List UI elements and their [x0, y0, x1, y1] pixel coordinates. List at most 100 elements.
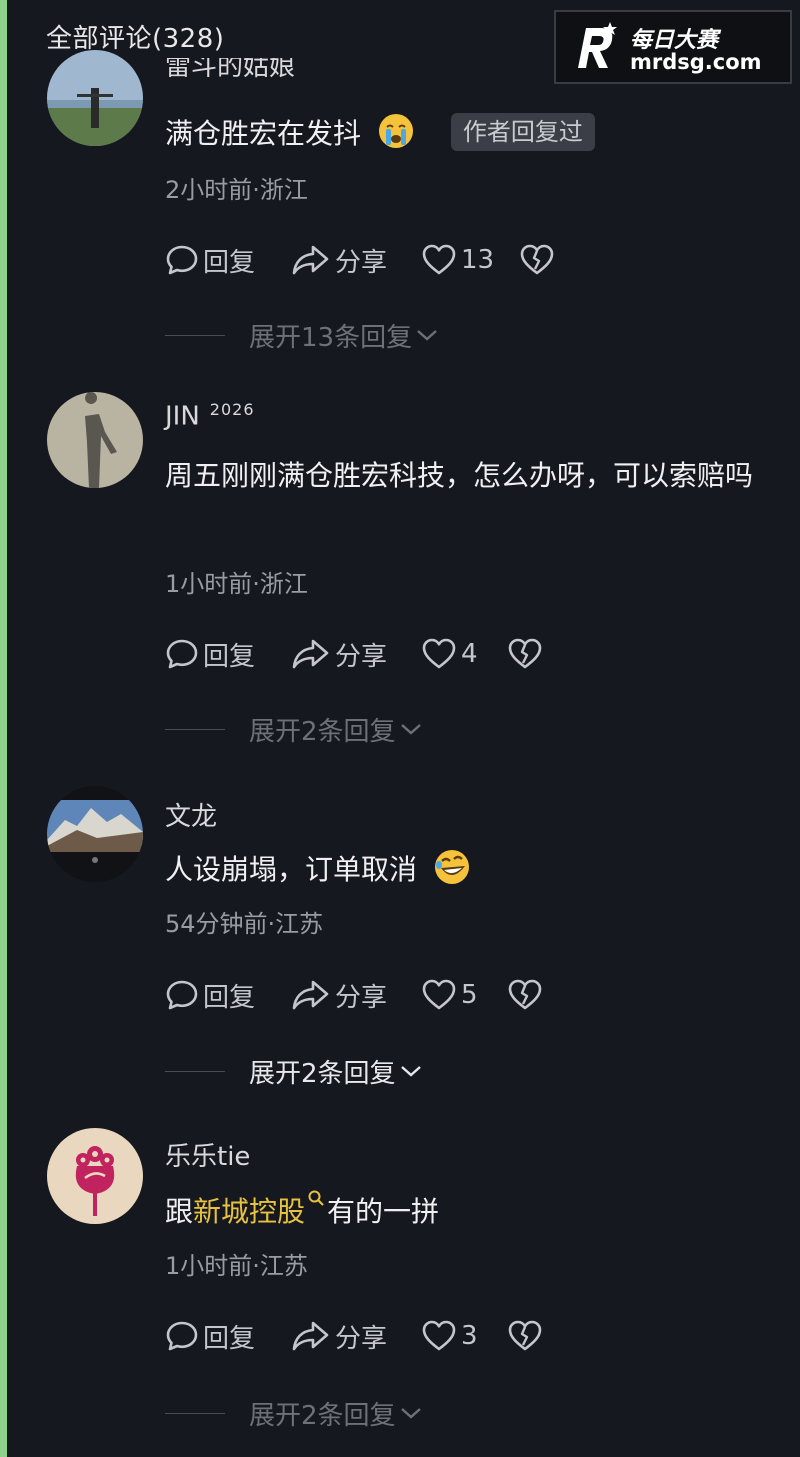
reply-button[interactable]: 回复: [165, 240, 255, 280]
comment-content: 人设崩塌，订单取消: [165, 844, 765, 896]
like-count: 5: [461, 980, 478, 1010]
share-button[interactable]: 分享: [291, 975, 387, 1015]
username-text: 雷斗的姑娘: [165, 58, 296, 82]
expand-divider: [165, 1412, 225, 1414]
username[interactable]: 雷斗的姑娘: [165, 58, 295, 84]
broken-heart-icon: [520, 244, 554, 275]
crying-face-emoji: [378, 114, 413, 148]
dislike-button[interactable]: [507, 1316, 547, 1356]
expand-replies-button[interactable]: 展开2条回复: [165, 712, 565, 747]
comment-text: 周五刚刚满仓胜宏科技，怎么办呀，可以索赔吗: [165, 459, 754, 492]
heart-icon: [422, 244, 456, 275]
comment-meta: 54分钟前·江苏: [165, 910, 324, 938]
comment-meta: 2小时前·浙江: [165, 176, 308, 204]
chevron-down-icon: [400, 1066, 421, 1077]
expand-replies-button[interactable]: 展开13条回复: [165, 318, 565, 353]
expand-replies-text: 展开2条回复: [249, 1400, 396, 1431]
expand-replies-button[interactable]: 展开2条回复: [165, 1054, 565, 1089]
reply-button[interactable]: 回复: [165, 634, 255, 674]
chevron-down-icon: [417, 330, 437, 341]
avatar-photo-lake: [47, 50, 143, 146]
comment-actions: 回复 分享 13: [165, 240, 765, 280]
reply-label: 回复: [203, 1323, 256, 1354]
chevron-down-icon: [400, 724, 421, 735]
broken-heart-icon: [508, 1320, 542, 1351]
reply-button[interactable]: 回复: [165, 1316, 255, 1356]
comment-meta: 1小时前·江苏: [165, 1252, 308, 1280]
username-badge-number: 2026: [209, 400, 255, 419]
expand-divider: [165, 728, 225, 730]
comment-actions: 回复 分享 5: [165, 975, 765, 1015]
like-count: 3: [461, 1321, 478, 1351]
comment-meta: 1小时前·浙江: [165, 570, 308, 598]
heart-icon: [422, 1320, 456, 1351]
reply-label: 回复: [203, 641, 256, 672]
like-count: 13: [461, 245, 495, 275]
left-edge-strip: [0, 0, 7, 1457]
avatar-photo-shadow: [47, 392, 143, 488]
username[interactable]: 文龙: [165, 796, 217, 833]
comment-text-prefix: 跟: [165, 1195, 194, 1228]
comment-text: 人设崩塌，订单取消: [165, 853, 418, 886]
like-count: 4: [461, 639, 478, 669]
watermark-url-text: mrdsg.com: [630, 50, 762, 74]
username-text: JIN: [165, 401, 200, 432]
comment-text: 满仓胜宏在发抖: [165, 117, 362, 150]
search-icon[interactable]: [307, 1189, 325, 1207]
comment-actions: 回复 分享 4: [165, 634, 765, 674]
rolling-laughing-emoji: [434, 850, 469, 884]
expand-replies-text: 展开13条回复: [249, 322, 413, 353]
broken-heart-icon: [508, 979, 542, 1010]
comment-text-suffix: 有的一拼: [327, 1195, 440, 1228]
heart-icon: [422, 979, 456, 1010]
dislike-button[interactable]: [507, 634, 547, 674]
share-button[interactable]: 分享: [291, 240, 387, 280]
expand-replies-text: 展开2条回复: [249, 716, 396, 747]
share-label: 分享: [335, 1323, 388, 1354]
share-arrow-icon: [292, 1321, 329, 1351]
reply-label: 回复: [203, 982, 256, 1013]
comment-bubble-icon: [166, 245, 198, 275]
comment-content: 跟新城控股 有的一拼: [165, 1186, 765, 1238]
like-button[interactable]: 3: [421, 1316, 478, 1356]
comment-bubble-icon: [166, 980, 198, 1010]
avatar[interactable]: [47, 1128, 143, 1224]
share-label: 分享: [335, 982, 388, 1013]
author-replied-badge: 作者回复过: [450, 113, 595, 151]
share-button[interactable]: 分享: [291, 1316, 387, 1356]
avatar-photo-mountain: [47, 786, 143, 882]
comments-header-title: 全部评论(328): [46, 24, 225, 54]
search-keyword-link[interactable]: 新城控股: [193, 1195, 305, 1228]
avatar[interactable]: [47, 50, 143, 146]
share-arrow-icon: [292, 245, 329, 275]
share-arrow-icon: [292, 639, 329, 669]
heart-icon: [422, 638, 456, 669]
watermark-logo: 每日大赛 mrdsg.com: [554, 10, 792, 84]
expand-divider: [165, 1070, 225, 1072]
comment-actions: 回复 分享 3: [165, 1316, 765, 1356]
share-button[interactable]: 分享: [291, 634, 387, 674]
username[interactable]: 乐乐tie: [165, 1136, 250, 1173]
comment-bubble-icon: [166, 639, 198, 669]
like-button[interactable]: 5: [421, 975, 478, 1015]
avatar[interactable]: [47, 392, 143, 488]
expand-replies-text: 展开2条回复: [249, 1058, 396, 1089]
r-logo-icon: [578, 22, 617, 68]
share-label: 分享: [335, 641, 388, 672]
username[interactable]: JIN 2026: [165, 400, 255, 432]
expand-divider: [165, 334, 225, 336]
comment-content: 周五刚刚满仓胜宏科技，怎么办呀，可以索赔吗: [165, 450, 765, 502]
dislike-button[interactable]: [507, 975, 547, 1015]
like-button[interactable]: 13: [421, 240, 494, 280]
reply-button[interactable]: 回复: [165, 975, 255, 1015]
comment-content: 满仓胜宏在发抖 作者回复过: [165, 108, 765, 160]
broken-heart-icon: [508, 638, 542, 669]
avatar[interactable]: [47, 786, 143, 882]
avatar-flower-illustration: [47, 1128, 143, 1224]
dislike-button[interactable]: [519, 240, 559, 280]
chevron-down-icon: [400, 1408, 421, 1419]
expand-replies-button[interactable]: 展开2条回复: [165, 1396, 565, 1431]
share-arrow-icon: [292, 980, 329, 1010]
reply-label: 回复: [203, 247, 256, 278]
like-button[interactable]: 4: [421, 634, 478, 674]
